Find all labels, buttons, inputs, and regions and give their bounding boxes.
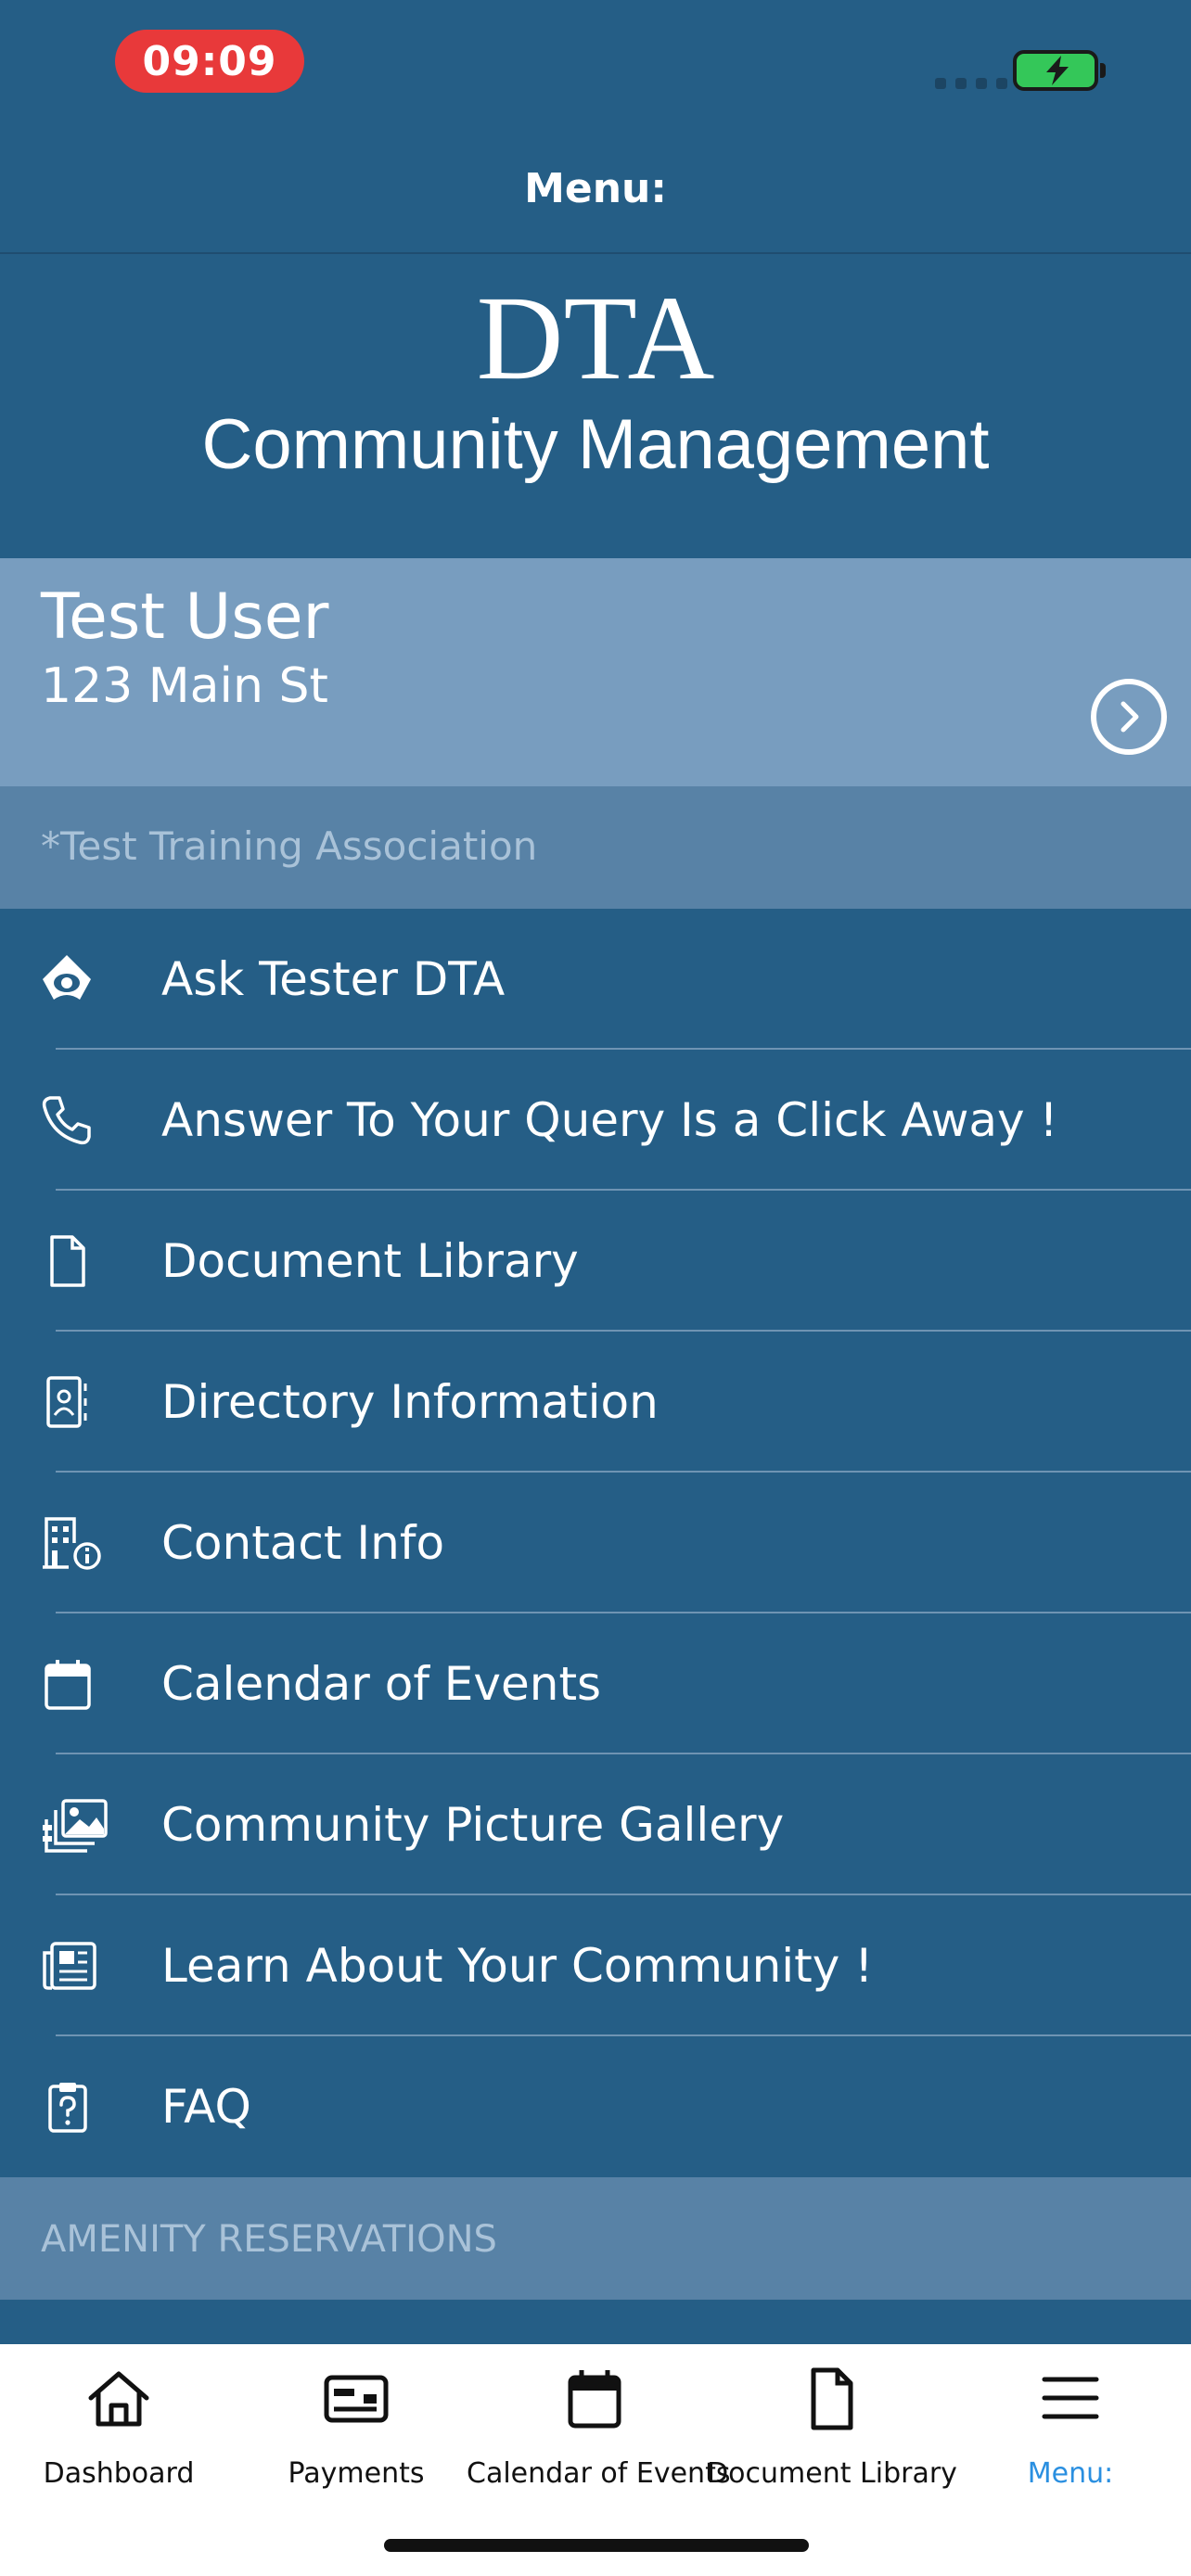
tab-label: Calendar of Events	[467, 2457, 731, 2490]
menu-item-label: Community Picture Gallery	[161, 1798, 785, 1852]
brand-logo-text: DTA	[476, 272, 715, 405]
tab-label: Payments	[288, 2457, 425, 2490]
building-info-icon	[39, 1515, 121, 1571]
status-bar: 09:09	[0, 0, 1191, 130]
document-icon	[713, 2366, 951, 2439]
address-book-icon	[39, 1374, 121, 1430]
menu-item-label: Ask Tester DTA	[161, 952, 506, 1006]
home-indicator[interactable]	[384, 2539, 809, 2552]
document-icon	[39, 1233, 121, 1289]
calendar-icon	[39, 1656, 121, 1712]
eye-logo-icon	[39, 951, 121, 1007]
menu-item-label: Contact Info	[161, 1516, 445, 1570]
signal-icon	[935, 78, 1007, 89]
status-time: 09:09	[115, 30, 304, 93]
amenity-header-label: AMENITY RESERVATIONS	[41, 2218, 497, 2261]
user-name: Test User	[41, 580, 329, 654]
chevron-right-circle-icon[interactable]	[1091, 679, 1167, 755]
amenity-reservations-header: AMENITY RESERVATIONS	[0, 2177, 1191, 2300]
menu-item-directory[interactable]: Directory Information	[0, 1332, 1191, 1473]
tab-calendar[interactable]: Calendar of Events	[467, 2344, 730, 2511]
association-header: *Test Training Association	[0, 786, 1191, 909]
user-address: 123 Main St	[41, 658, 328, 714]
menu-item-label: Document Library	[161, 1234, 579, 1288]
battery-icon	[1013, 50, 1106, 91]
tab-document-library[interactable]: Document Library	[707, 2344, 957, 2511]
photo-gallery-icon	[39, 1797, 121, 1853]
tab-dashboard[interactable]: Dashboard	[0, 2344, 237, 2511]
menu-item-calendar[interactable]: Calendar of Events	[0, 1613, 1191, 1754]
tab-label: Dashboard	[43, 2457, 195, 2490]
menu-item-document-library[interactable]: Document Library	[0, 1191, 1191, 1332]
tab-payments[interactable]: Payments	[237, 2344, 475, 2511]
association-label: *Test Training Association	[41, 823, 538, 869]
tab-menu[interactable]: Menu:	[952, 2344, 1189, 2511]
calendar-icon	[476, 2366, 713, 2439]
menu-item-label: FAQ	[161, 2080, 251, 2134]
payments-icon	[237, 2366, 475, 2439]
tab-label: Menu:	[1027, 2457, 1114, 2490]
nav-divider	[0, 252, 1191, 254]
user-card[interactable]: Test User 123 Main St	[0, 558, 1191, 786]
brand-subtitle: Community Management	[201, 405, 990, 484]
tab-label: Document Library	[707, 2457, 957, 2490]
menu-item-ask-tester[interactable]: Ask Tester DTA	[0, 909, 1191, 1050]
hamburger-icon	[952, 2366, 1189, 2439]
menu-item-contact-info[interactable]: Contact Info	[0, 1473, 1191, 1613]
phone-icon	[39, 1092, 121, 1148]
home-icon	[0, 2366, 237, 2439]
menu-item-learn[interactable]: Learn About Your Community !	[0, 1895, 1191, 2036]
menu-item-label: Learn About Your Community !	[161, 1939, 874, 1993]
menu-item-faq[interactable]: FAQ	[0, 2036, 1191, 2177]
page-title: Menu:	[524, 165, 667, 212]
menu-item-label: Answer To Your Query Is a Click Away !	[161, 1093, 1058, 1147]
menu-item-label: Calendar of Events	[161, 1657, 602, 1711]
menu-item-gallery[interactable]: Community Picture Gallery	[0, 1754, 1191, 1895]
newspaper-icon	[39, 1938, 121, 1994]
clipboard-question-icon	[39, 2079, 121, 2135]
menu-item-label: Directory Information	[161, 1375, 659, 1429]
menu-item-query[interactable]: Answer To Your Query Is a Click Away !	[0, 1050, 1191, 1191]
